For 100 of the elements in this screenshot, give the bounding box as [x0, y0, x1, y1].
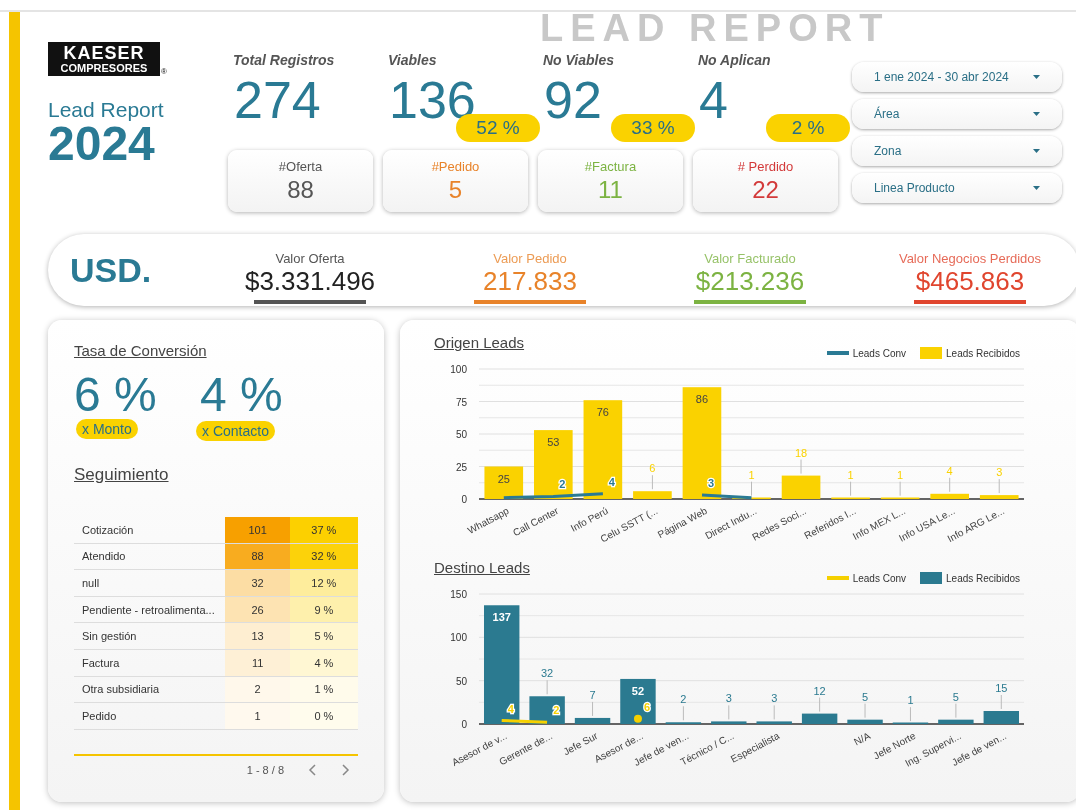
bar-value-label: 15: [995, 682, 1008, 694]
counter-value: 5: [448, 175, 463, 204]
chevron-right-icon: [342, 763, 350, 776]
line-value-label: 2: [553, 704, 560, 717]
chart-title: Origen Leads: [434, 334, 526, 351]
legend-label: Leads Recibidos: [946, 572, 1020, 584]
y-tick-label: 75: [455, 396, 467, 408]
amount-value: 217.833: [483, 265, 577, 297]
bar: [847, 719, 883, 724]
bar-value-label: 32: [541, 667, 554, 680]
rate-badge: x Monto: [76, 419, 138, 439]
bar: [801, 713, 838, 724]
table-cell-text: null: [81, 576, 101, 591]
table-cell-text: Pendiente - retroalimenta...: [81, 602, 216, 618]
bar: [620, 678, 656, 724]
filter-dropdown[interactable]: Zona: [852, 136, 1062, 166]
filter-dropdown[interactable]: Área: [852, 99, 1062, 129]
amount-value: $213.236: [695, 265, 805, 297]
counter-label: #Pedido: [431, 158, 480, 174]
kpi-label: Total Registros: [232, 52, 336, 70]
y-tick-label: 50: [455, 675, 467, 687]
table-cell-text: Factura: [81, 655, 121, 671]
bar: [633, 491, 672, 499]
legend-label: Leads Conv: [852, 572, 907, 584]
y-tick-label: 0: [461, 719, 467, 730]
table-cell: 5 %: [289, 623, 358, 649]
kpi-label: No Viables: [542, 52, 616, 70]
table-cell: 13: [225, 623, 290, 649]
bar-value-label: 137: [492, 611, 511, 624]
table-cell: 11: [225, 649, 290, 676]
rate-value: 6 %: [74, 373, 158, 417]
table-cell: 12 %: [289, 570, 358, 596]
table-cell-text: Atendido: [81, 549, 127, 565]
bar: [534, 430, 573, 499]
table-cell-text: Otra subsidiaria: [81, 682, 161, 698]
rate-value: 4 %: [200, 373, 284, 417]
table-cell: 1: [225, 703, 290, 729]
counter-label: # Perdido: [737, 158, 794, 174]
bar: [711, 721, 747, 724]
caret-icon: [1033, 186, 1040, 190]
counter-value: 88: [287, 175, 314, 204]
bar-value-label: 1: [907, 694, 914, 707]
amount-label: Valor Oferta: [275, 250, 345, 266]
legend-label: Leads Conv: [852, 347, 907, 359]
chart-title: Destino Leads: [434, 559, 531, 576]
bar: [781, 475, 821, 499]
table-cell-text: Pedido: [81, 708, 118, 724]
bar: [938, 719, 974, 724]
bar-value-label: 2: [680, 693, 687, 706]
y-tick-label: 0: [461, 494, 467, 505]
percent-badge: 33 %: [611, 114, 695, 142]
bar-value-label: 4: [946, 464, 953, 477]
table-cell-text: Cotización: [81, 522, 135, 538]
kpi-label: No Aplican: [697, 52, 772, 70]
line-value-label: 4: [507, 702, 514, 715]
bar-value-label: 53: [547, 436, 560, 449]
bar-value-label: 3: [725, 692, 732, 705]
caret-icon: [1033, 75, 1040, 79]
line-value-label: 6: [643, 700, 651, 713]
table-cell: 88: [225, 543, 290, 570]
bar-value-label: 18: [794, 446, 808, 459]
logo: KAESER COMPRESORES: [48, 42, 160, 76]
amount-label: Valor Pedido: [493, 250, 567, 266]
bar: [756, 721, 792, 724]
y-tick-label: 50: [455, 429, 467, 440]
rate-badge: x Contacto: [196, 421, 275, 441]
table-cell: 101: [225, 517, 290, 543]
table-cell: 0 %: [289, 703, 358, 729]
filter-dropdown[interactable]: Linea Producto: [852, 173, 1062, 203]
bar-value-label: 7: [589, 688, 596, 701]
section-title: Seguimiento: [74, 465, 169, 485]
bar-value-label: 86: [695, 393, 709, 406]
bar-value-label: 5: [952, 690, 959, 703]
line-value-label: 3: [707, 477, 715, 490]
bar: [574, 717, 611, 724]
report-year: 2024: [48, 122, 155, 166]
counter-label: #Oferta: [278, 158, 323, 174]
kpi-value: 274: [233, 71, 321, 129]
y-tick-label: 25: [455, 461, 467, 473]
bar-value-label: 76: [596, 406, 609, 419]
bar: [529, 696, 565, 724]
report-title: Lead Report: [48, 98, 165, 122]
bar: [983, 711, 1019, 724]
bar-value-label: 1: [748, 468, 755, 481]
y-tick-label: 100: [450, 632, 467, 644]
line-value-label: 2: [559, 478, 566, 491]
bar-value-label: 12: [813, 684, 826, 697]
filter-dropdown[interactable]: 1 ene 2024 - 30 abr 2024: [852, 62, 1062, 92]
y-tick-label: 100: [450, 364, 467, 375]
amount-label: Valor Facturado: [704, 250, 796, 266]
bar-value-label: 25: [497, 472, 510, 485]
table-cell: 26: [225, 596, 290, 623]
caret-icon: [1033, 149, 1040, 153]
line-point: [633, 714, 642, 723]
bar: [930, 493, 969, 499]
x-axis-label: N/A: [852, 730, 872, 748]
bar-value-label: 5: [862, 690, 869, 703]
currency-label: USD.: [70, 250, 153, 290]
bar-value-label: 3: [996, 466, 1003, 479]
counter-label: #Factura: [584, 158, 637, 174]
